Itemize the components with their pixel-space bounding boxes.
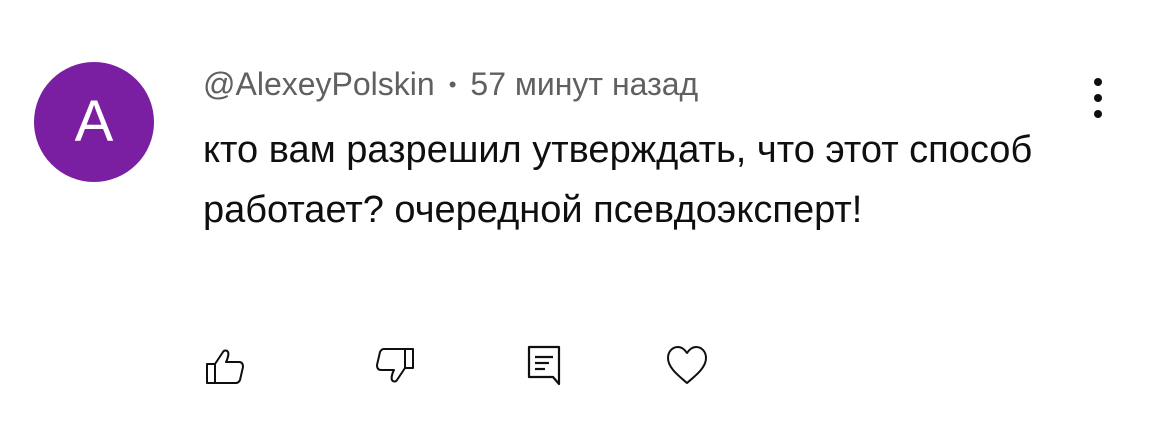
comment-meta: @AlexeyPolskin • 57 минут назад [203,66,698,103]
more-vert-icon-dot [1094,110,1102,118]
reply-button[interactable] [522,342,570,390]
heart-icon [667,346,707,384]
comment-timestamp[interactable]: 57 минут назад [470,66,698,103]
dislike-button[interactable] [370,342,418,390]
more-vert-icon-dot [1094,94,1102,102]
comment-text: кто вам разрешил утверждать, что этот сп… [203,129,1033,231]
author-handle[interactable]: @AlexeyPolskin [203,66,435,103]
more-vert-icon [1094,78,1102,86]
comment-card: A @AlexeyPolskin • 57 минут назад кто ва… [0,0,1157,434]
heart-button[interactable] [663,342,711,390]
reply-icon [527,345,561,386]
dislike-icon [376,348,414,383]
meta-separator: • [448,71,457,97]
more-options-button[interactable] [1080,74,1116,122]
avatar[interactable]: A [34,62,154,182]
like-button[interactable] [202,342,250,390]
like-icon [206,349,244,384]
